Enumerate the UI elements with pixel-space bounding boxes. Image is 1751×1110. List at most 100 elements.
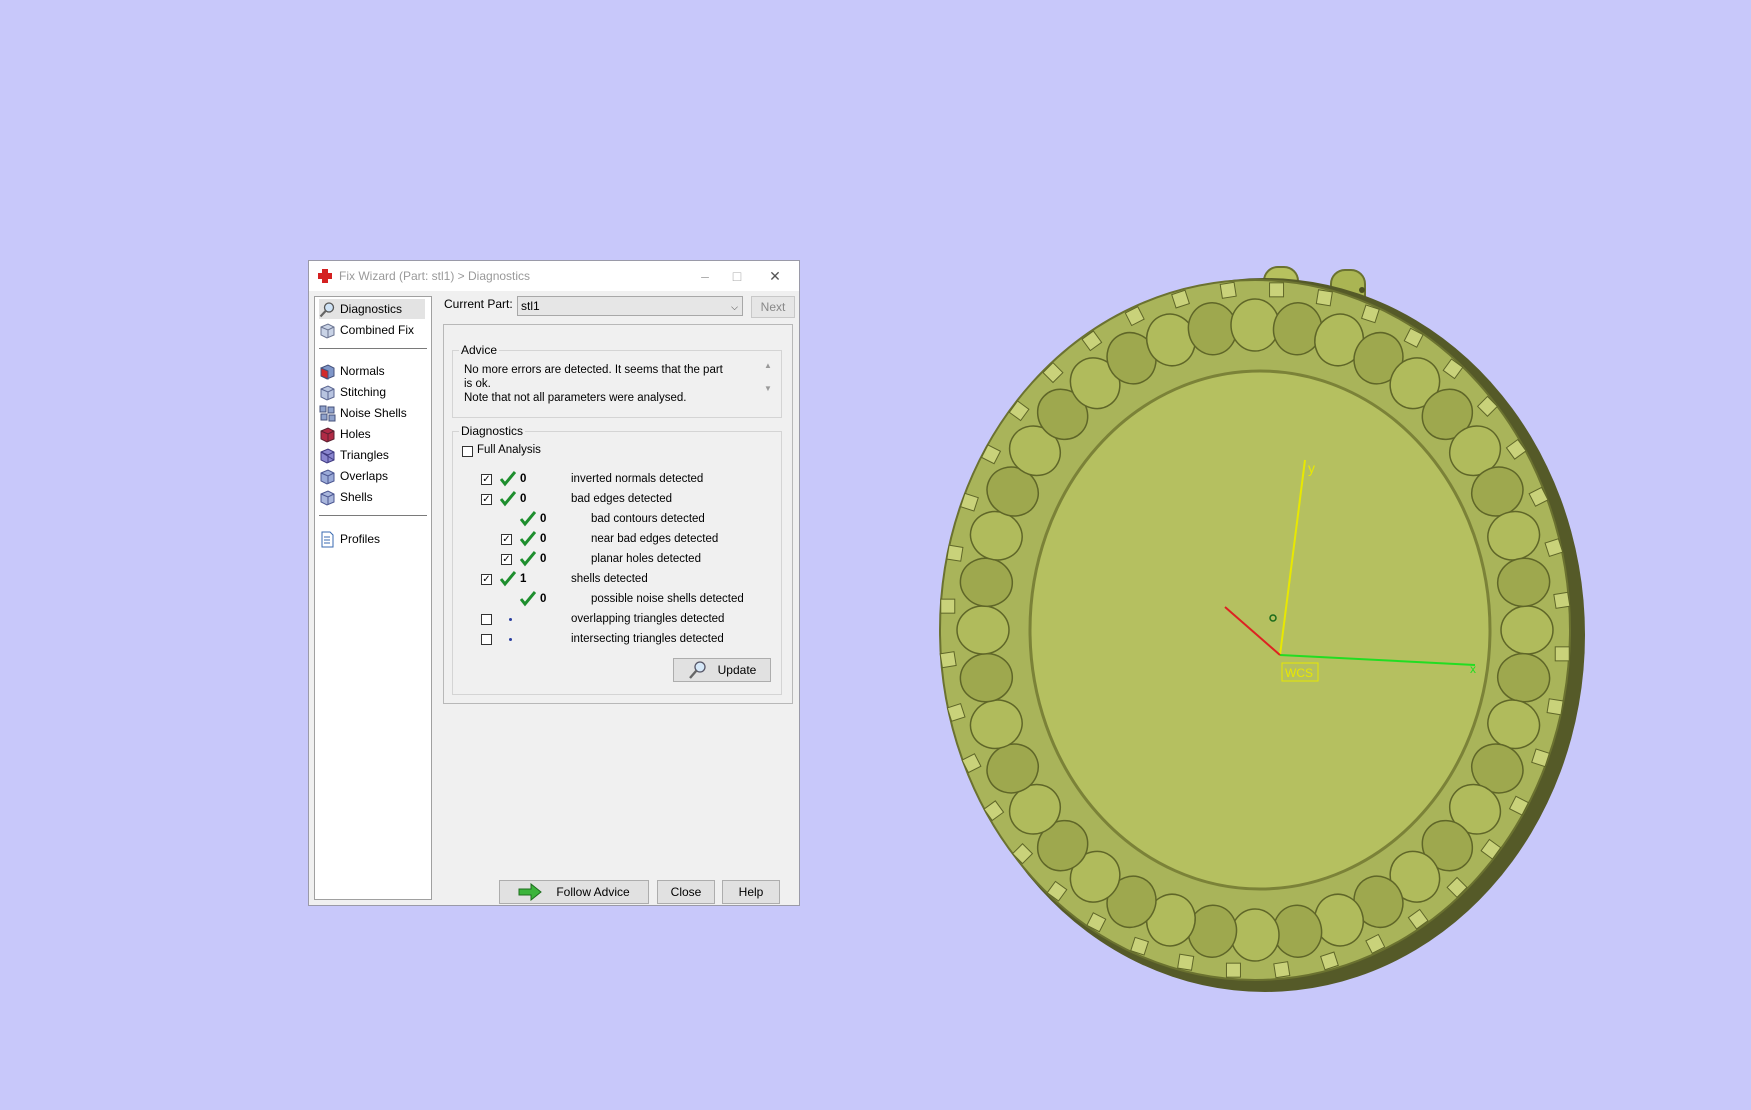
inverted-normals-checkbox[interactable]: ✓ <box>481 474 492 485</box>
planar-holes-checkbox[interactable]: ✓ <box>501 554 512 565</box>
row-count: 0 <box>520 473 527 485</box>
row-label: possible noise shells detected <box>591 593 744 605</box>
row-label: intersecting triangles detected <box>571 633 724 645</box>
current-part-label: Current Part: <box>444 297 513 311</box>
row-label: near bad edges detected <box>591 533 719 545</box>
green-check-icon <box>520 531 536 547</box>
scroll-up-icon[interactable]: ▲ <box>761 361 775 370</box>
row-count: 0 <box>540 533 547 545</box>
update-button[interactable]: Update <box>673 658 771 682</box>
sidebar-item-profiles[interactable]: Profiles <box>319 529 380 549</box>
document-icon <box>321 531 334 547</box>
sidebar-item-label: Combined Fix <box>340 323 415 337</box>
diagnostics-group: Diagnostics Full Analysis ✓ 0 inverted n… <box>452 424 782 695</box>
sidebar-item-label: Diagnostics <box>340 302 403 316</box>
row-count: 0 <box>540 593 547 605</box>
pendant-model: y x WCS <box>939 266 1585 992</box>
intersecting-triangles-checkbox[interactable] <box>481 634 492 645</box>
sidebar-item-label: Stitching <box>340 385 387 399</box>
close-window-button[interactable]: ✕ <box>755 265 795 287</box>
row-label: bad edges detected <box>571 493 673 505</box>
bead-tab <box>946 544 964 562</box>
follow-advice-label: Follow Advice <box>556 885 630 899</box>
current-part-select[interactable]: stl1 ⌵ <box>517 296 743 316</box>
bead-tab <box>1554 646 1570 662</box>
current-part-value: stl1 <box>521 299 540 313</box>
sidebar-item-triangles[interactable]: Triangles <box>319 445 389 465</box>
near-bad-edges-checkbox[interactable]: ✓ <box>501 534 512 545</box>
green-check-icon <box>520 591 536 607</box>
green-check-icon <box>500 471 516 487</box>
cube-red-icon <box>320 363 335 380</box>
sidebar-item-label: Noise Shells <box>340 406 407 420</box>
sidebar: Diagnostics Combined Fix Normals Stitchi… <box>314 296 432 900</box>
advice-line: Note that not all parameters were analys… <box>464 392 687 404</box>
follow-advice-button[interactable]: Follow Advice <box>499 880 649 904</box>
bead-tab <box>1177 953 1195 971</box>
shells-checkbox[interactable]: ✓ <box>481 574 492 585</box>
bail-hole <box>1359 287 1365 293</box>
noise-shells-icon <box>319 405 336 421</box>
bead-tab <box>1553 591 1571 609</box>
x-axis-label: x <box>1470 662 1476 676</box>
bead-tab <box>1273 961 1291 979</box>
full-analysis-label: Full Analysis <box>477 444 541 456</box>
sidebar-item-label: Profiles <box>340 532 381 546</box>
bead-tab <box>1225 962 1241 978</box>
red-cross-icon <box>318 269 332 283</box>
pending-dot-icon <box>509 618 512 621</box>
green-check-icon <box>520 511 536 527</box>
diagnostics-title: Diagnostics <box>459 424 526 438</box>
y-axis-label: y <box>1308 460 1315 476</box>
green-check-icon <box>500 571 516 587</box>
arrow-right-icon <box>518 883 543 901</box>
advice-scrollbar[interactable]: ▲ ▼ <box>761 361 775 403</box>
bad-edges-checkbox[interactable]: ✓ <box>481 494 492 505</box>
help-button[interactable]: Help <box>722 880 780 904</box>
sidebar-item-normals[interactable]: Normals <box>319 361 385 381</box>
row-label: overlapping triangles detected <box>571 613 725 625</box>
cube-icon <box>320 322 335 339</box>
row-label: planar holes detected <box>591 553 701 565</box>
scroll-down-icon[interactable]: ▼ <box>761 384 775 393</box>
cube-purple-icon <box>320 447 335 464</box>
overlapping-triangles-checkbox[interactable] <box>481 614 492 625</box>
chevron-down-icon: ⌵ <box>731 302 738 312</box>
close-button[interactable]: Close <box>657 880 715 904</box>
magnifier-icon <box>319 301 335 317</box>
cube-icon <box>320 468 335 485</box>
sidebar-item-stitching[interactable]: Stitching <box>319 382 386 402</box>
sidebar-item-holes[interactable]: Holes <box>319 424 371 444</box>
bead <box>956 605 1010 655</box>
sidebar-item-overlaps[interactable]: Overlaps <box>319 466 388 486</box>
advice-group: Advice No more errors are detected. It s… <box>452 343 782 418</box>
title-bar[interactable]: Fix Wizard (Part: stl1) > Diagnostics – … <box>309 261 799 291</box>
sidebar-item-label: Triangles <box>340 448 389 462</box>
pendant-face <box>1028 369 1492 891</box>
cube-icon <box>320 384 335 401</box>
maximize-button[interactable]: □ <box>717 265 757 287</box>
sidebar-item-label: Normals <box>340 364 385 378</box>
next-button[interactable]: Next <box>751 296 795 318</box>
advice-line: No more errors are detected. It seems th… <box>464 364 723 390</box>
row-count: 0 <box>520 493 527 505</box>
green-check-icon <box>500 491 516 507</box>
sidebar-item-noise-shells[interactable]: Noise Shells <box>319 403 407 423</box>
diagnostics-panel: Advice No more errors are detected. It s… <box>443 324 793 704</box>
row-count: 0 <box>540 553 547 565</box>
row-count: 0 <box>540 513 547 525</box>
bead-tab <box>1315 289 1333 307</box>
bead-tab <box>1219 281 1237 299</box>
row-label: shells detected <box>571 573 648 585</box>
sidebar-item-shells[interactable]: Shells <box>319 487 373 507</box>
3d-viewport[interactable]: y x WCS <box>930 255 1610 995</box>
bead <box>1500 605 1554 655</box>
sidebar-item-combined-fix[interactable]: Combined Fix <box>319 320 414 340</box>
advice-title: Advice <box>459 343 500 357</box>
full-analysis-checkbox[interactable] <box>462 446 473 457</box>
sidebar-item-label: Shells <box>340 490 373 504</box>
sidebar-item-diagnostics[interactable]: Diagnostics <box>319 299 425 319</box>
cube-red-icon <box>320 426 335 443</box>
row-label: bad contours detected <box>591 513 705 525</box>
bead-tab <box>939 651 957 669</box>
